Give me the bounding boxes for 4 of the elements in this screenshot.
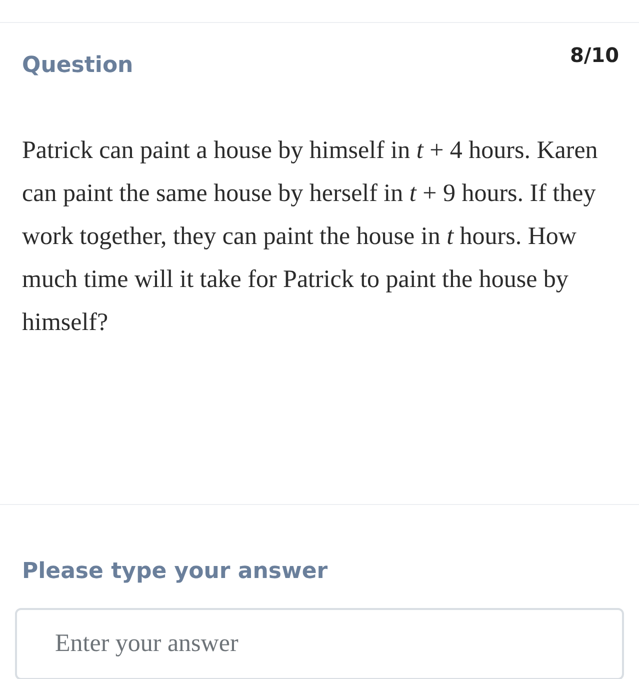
answer-prompt: Please type your answer [22, 559, 329, 584]
answer-input[interactable]: Enter your answer [15, 608, 624, 679]
section-label: Question [22, 53, 134, 78]
progress-counter: 8/10 [570, 43, 619, 69]
